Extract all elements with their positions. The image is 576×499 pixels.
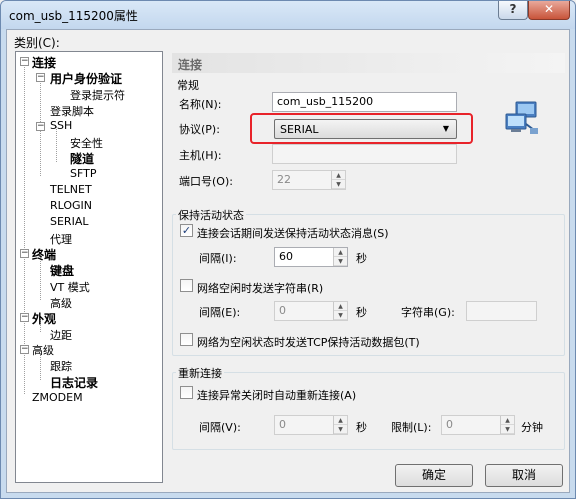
tree-item-keyboard[interactable]: 键盘 [50,262,74,279]
tree-appearance-expander[interactable]: − [20,313,29,322]
tree-item-sftp[interactable]: SFTP [70,167,96,180]
port-input[interactable]: 22 ▲ ▼ [272,170,346,190]
chevron-down-icon: ▼ [442,124,449,133]
window-title: com_usb_115200属性 [9,9,138,23]
tree-item-auth[interactable]: 用户身份验证 [50,70,122,87]
general-group-title: 常规 [177,79,199,92]
tree-item-terminal[interactable]: 终端 [32,246,56,263]
tree-terminal-expander[interactable]: − [20,249,29,258]
port-spinner[interactable]: ▲ ▼ [331,171,345,189]
string-label: 字符串(G): [401,306,455,319]
dialog-body: 类别(C): − 连接 − 用户身份验证 登录提示符 登录脚本 − SSH 安全… [6,29,570,493]
limit-value: 0 [446,418,453,431]
tcp-keepalive-checkbox-label: 网络为空闲状态时发送TCP保持活动数据包(T) [197,336,420,349]
port-value: 22 [277,173,291,186]
reconnect-checkbox[interactable] [180,386,193,399]
reconnect-interval-label: 间隔(V): [199,421,241,434]
idle-interval-input[interactable]: 0 ▲ ▼ [274,301,348,321]
tree-item-logging[interactable]: 日志记录 [50,374,98,391]
category-tree[interactable]: − 连接 − 用户身份验证 登录提示符 登录脚本 − SSH 安全性 隧道 SF… [15,51,163,483]
tree-item-advanced[interactable]: 高级 [32,342,54,358]
protocol-label: 协议(P): [179,123,220,136]
keepalive-group-title: 保持活动状态 [176,207,246,223]
limit-label: 限制(L): [391,421,432,434]
reconnect-interval-spinner[interactable]: ▲ ▼ [333,416,347,434]
protocol-value: SERIAL [280,123,319,136]
idle-string-checkbox-label: 网络空闲时发送字符串(R) [197,282,324,295]
minutes-label: 分钟 [521,421,543,434]
tree-auth-expander[interactable]: − [36,73,45,82]
tree-item-tunnel[interactable]: 隧道 [70,150,94,167]
idle-interval-spinner[interactable]: ▲ ▼ [333,302,347,320]
interval-spinner[interactable]: ▲ ▼ [333,248,347,266]
reconnect-interval-input[interactable]: 0 ▲ ▼ [274,415,348,435]
idle-interval-label: 间隔(E): [199,306,241,319]
tree-item-terminal-advanced[interactable]: 高级 [50,295,72,311]
reconnect-group-title: 重新连接 [176,365,224,381]
help-button[interactable]: ? [498,1,528,20]
tree-item-serial[interactable]: SERIAL [50,215,88,228]
tcp-keepalive-checkbox[interactable] [180,333,193,346]
panel-header: 连接 [172,53,565,73]
name-label: 名称(N): [179,98,222,111]
protocol-select[interactable]: SERIAL ▼ [274,119,457,139]
interval-seconds-label: 秒 [356,252,367,265]
category-label: 类别(C): [14,36,60,50]
ok-button[interactable]: 确定 [395,464,473,487]
tree-item-security[interactable]: 安全性 [70,135,103,151]
idle-seconds-label: 秒 [356,306,367,319]
limit-input[interactable]: 0 ▲ ▼ [441,415,515,435]
idle-interval-value: 0 [279,304,286,317]
tree-item-trace[interactable]: 跟踪 [50,358,72,374]
interval-value: 60 [279,250,293,263]
tree-item-proxy[interactable]: 代理 [50,231,72,247]
keepalive-checkbox-label: 连接会话期间发送保持活动状态消息(S) [197,227,389,240]
reconnect-seconds-label: 秒 [356,421,367,434]
tree-item-zmodem[interactable]: ZMODEM [32,391,83,404]
tree-item-connection[interactable]: 连接 [32,54,56,71]
interval-input[interactable]: 60 ▲ ▼ [274,247,348,267]
cancel-button[interactable]: 取消 [485,464,563,487]
port-label: 端口号(O): [179,175,233,188]
interval-label: 间隔(I): [199,252,237,265]
host-label: 主机(H): [179,149,222,162]
tree-ssh-expander[interactable]: − [36,122,45,131]
tree-item-margin[interactable]: 边距 [50,327,72,343]
string-input[interactable] [466,301,537,321]
tree-item-rlogin[interactable]: RLOGIN [50,199,92,212]
tree-item-login-script[interactable]: 登录脚本 [50,103,94,119]
keepalive-checkbox[interactable]: ✓ [180,224,193,237]
properties-window: com_usb_115200属性 ? ✕ 类别(C): − 连接 − 用户身份验… [0,0,576,499]
idle-string-checkbox[interactable] [180,279,193,292]
close-button[interactable]: ✕ [528,1,570,20]
host-input[interactable] [272,144,457,164]
tree-item-ssh[interactable]: SSH [50,119,72,132]
tree-item-vt-mode[interactable]: VT 模式 [50,279,90,295]
reconnect-checkbox-label: 连接异常关闭时自动重新连接(A) [197,389,357,402]
tree-connection-expander[interactable]: − [20,57,29,66]
network-icon [505,101,538,134]
tree-advanced-expander[interactable]: − [20,345,29,354]
title-bar[interactable]: com_usb_115200属性 ? ✕ [1,1,575,29]
name-input[interactable]: com_usb_115200 [272,92,457,112]
reconnect-interval-value: 0 [279,418,286,431]
tree-item-login-prompt[interactable]: 登录提示符 [70,87,125,103]
limit-spinner[interactable]: ▲ ▼ [500,416,514,434]
tree-item-telnet[interactable]: TELNET [50,183,92,196]
reconnect-group [172,372,565,450]
tree-item-appearance[interactable]: 外观 [32,310,56,327]
